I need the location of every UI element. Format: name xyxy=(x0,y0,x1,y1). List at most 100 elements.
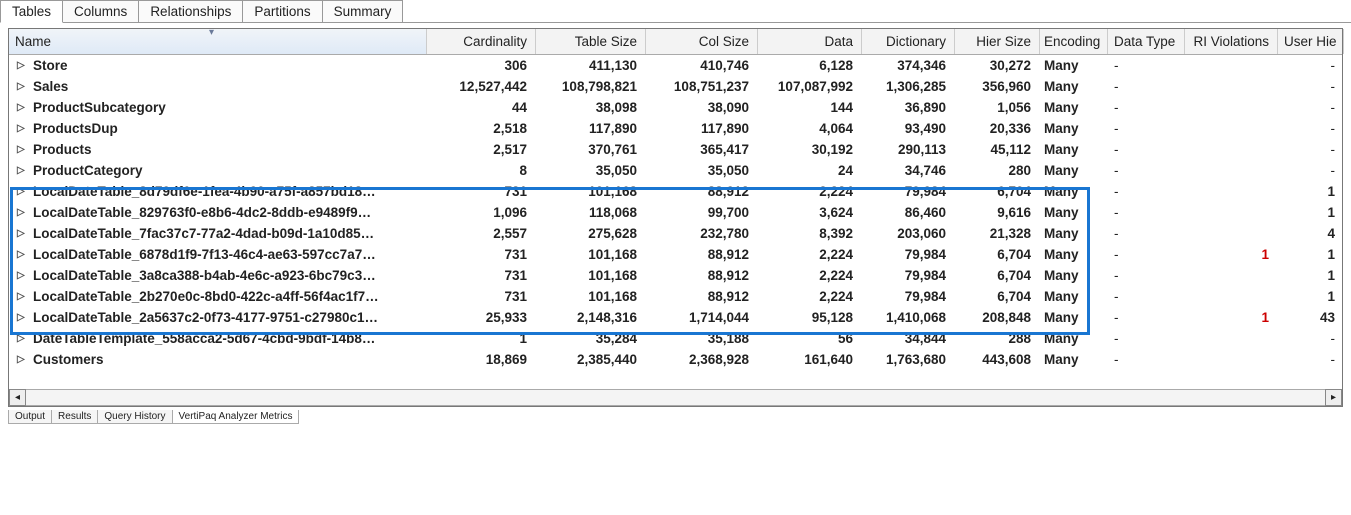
expand-icon[interactable]: ▷ xyxy=(17,81,27,92)
table-row[interactable]: ▷LocalDateTable_3a8ca388-b4ab-4e6c-a923-… xyxy=(9,265,1342,286)
cell-hier-size: 443,608 xyxy=(955,349,1040,370)
col-header-data-type[interactable]: Data Type xyxy=(1108,29,1185,54)
cell-ri-violations xyxy=(1185,202,1278,223)
cell-table-size: 275,628 xyxy=(536,223,646,244)
top-tab-partitions[interactable]: Partitions xyxy=(242,0,322,22)
cell-ri-violations xyxy=(1185,139,1278,160)
expand-icon[interactable]: ▷ xyxy=(17,123,27,134)
table-row[interactable]: ▷Store306411,130410,7466,128374,34630,27… xyxy=(9,55,1342,76)
cell-table-size: 35,050 xyxy=(536,160,646,181)
col-header-dictionary[interactable]: Dictionary xyxy=(862,29,955,54)
top-tab-columns[interactable]: Columns xyxy=(62,0,139,22)
table-row[interactable]: ▷ProductSubcategory4438,09838,09014436,8… xyxy=(9,97,1342,118)
cell-cardinality: 12,527,442 xyxy=(427,76,536,97)
table-row[interactable]: ▷LocalDateTable_829763f0-e8b6-4dc2-8ddb-… xyxy=(9,202,1342,223)
cell-ri-violations xyxy=(1185,76,1278,97)
table-row[interactable]: ▷DateTableTemplate_558acca2-5d67-4cbd-9b… xyxy=(9,328,1342,349)
col-header-cardinality[interactable]: Cardinality xyxy=(427,29,536,54)
expand-icon[interactable]: ▷ xyxy=(17,207,27,218)
expand-icon[interactable]: ▷ xyxy=(17,312,27,323)
cell-col-size: 365,417 xyxy=(646,139,758,160)
col-header-encoding[interactable]: Encoding xyxy=(1040,29,1108,54)
col-header-hier-size[interactable]: Hier Size xyxy=(955,29,1040,54)
expand-icon[interactable]: ▷ xyxy=(17,60,27,71)
cell-col-size: 88,912 xyxy=(646,244,758,265)
cell-ri-violations xyxy=(1185,118,1278,139)
cell-dictionary: 36,890 xyxy=(862,97,955,118)
table-row[interactable]: ▷ LocalDateTable_7fac37c7-77a2-4dad-b09d-… xyxy=(9,223,1342,244)
bottom-tab-vertipaq-analyzer-metrics[interactable]: VertiPaq Analyzer Metrics xyxy=(172,410,300,424)
cell-table-size: 101,168 xyxy=(536,265,646,286)
col-header-col-size[interactable]: Col Size xyxy=(646,29,758,54)
table-row[interactable]: ▷Customers18,8692,385,4402,368,928161,64… xyxy=(9,349,1342,370)
expand-icon[interactable]: ▷ xyxy=(17,144,27,155)
col-header-ri-violations[interactable]: RI Violations xyxy=(1185,29,1278,54)
data-grid: Name ▾ Cardinality Table Size Col Size D… xyxy=(8,28,1343,407)
cell-table-size: 2,385,440 xyxy=(536,349,646,370)
table-row[interactable]: ▷ProductsDup2,518117,890117,8904,06493,4… xyxy=(9,118,1342,139)
col-header-table-size[interactable]: Table Size xyxy=(536,29,646,54)
cell-hier-size: 280 xyxy=(955,160,1040,181)
expand-icon[interactable]: ▷ xyxy=(17,186,27,197)
cell-data-type: - xyxy=(1108,76,1185,97)
expand-icon[interactable]: ▷ xyxy=(17,249,27,260)
expand-icon[interactable]: ▷ xyxy=(17,354,27,365)
cell-cardinality: 731 xyxy=(427,286,536,307)
cell-data-type: - xyxy=(1108,349,1185,370)
row-name-label: ProductsDup xyxy=(33,121,118,136)
expand-icon[interactable]: ▷ xyxy=(17,333,27,344)
scroll-track[interactable] xyxy=(26,389,1325,406)
cell-encoding: Many xyxy=(1040,265,1108,286)
cell-data: 95,128 xyxy=(758,307,862,328)
cell-encoding: Many xyxy=(1040,55,1108,76)
scroll-left-arrow-icon[interactable]: ◂ xyxy=(9,389,26,406)
col-header-user-hier[interactable]: User Hie xyxy=(1278,29,1344,54)
table-row[interactable]: ▷ProductCategory835,05035,0502434,746280… xyxy=(9,160,1342,181)
bottom-tab-query-history[interactable]: Query History xyxy=(97,410,172,424)
cell-hier-size: 30,272 xyxy=(955,55,1040,76)
cell-name: ▷ProductSubcategory xyxy=(9,97,427,118)
table-row[interactable]: ▷Products2,517370,761365,41730,192290,11… xyxy=(9,139,1342,160)
cell-col-size: 99,700 xyxy=(646,202,758,223)
top-tab-relationships[interactable]: Relationships xyxy=(138,0,243,22)
cell-data-type: - xyxy=(1108,328,1185,349)
expand-icon[interactable]: ▷ xyxy=(17,102,27,113)
cell-cardinality: 306 xyxy=(427,55,536,76)
expand-icon[interactable]: ▷ xyxy=(17,291,27,302)
top-tab-summary[interactable]: Summary xyxy=(322,0,404,22)
cell-data: 24 xyxy=(758,160,862,181)
cell-table-size: 411,130 xyxy=(536,55,646,76)
row-name-label: LocalDateTable_7fac37c7-77a2-4dad-b09d-1… xyxy=(33,226,374,241)
cell-name: ▷ Store xyxy=(9,55,427,76)
bottom-tab-results[interactable]: Results xyxy=(51,410,98,424)
cell-name: ▷DateTableTemplate_558acca2-5d67-4cbd-9b… xyxy=(9,328,427,349)
expand-icon[interactable]: ▷ xyxy=(17,165,27,176)
cell-ri-violations xyxy=(1185,349,1278,370)
cell-data-type: - xyxy=(1108,244,1185,265)
table-row[interactable]: ▷Sales12,527,442108,798,821108,751,23710… xyxy=(9,76,1342,97)
horizontal-scrollbar[interactable]: ◂ ▸ xyxy=(9,388,1342,406)
cell-ri-violations xyxy=(1185,286,1278,307)
expand-icon[interactable]: ▷ xyxy=(17,270,27,281)
cell-ri-violations: 1 xyxy=(1185,307,1278,328)
cell-cardinality: 1,096 xyxy=(427,202,536,223)
cell-data: 2,224 xyxy=(758,286,862,307)
cell-name: ▷ LocalDateTable_7fac37c7-77a2-4dad-b09d-… xyxy=(9,223,427,244)
cell-user-hier: - xyxy=(1278,55,1344,76)
col-header-name[interactable]: Name ▾ xyxy=(9,29,427,54)
col-header-data[interactable]: Data xyxy=(758,29,862,54)
bottom-tab-output[interactable]: Output xyxy=(8,410,52,424)
cell-dictionary: 34,844 xyxy=(862,328,955,349)
cell-table-size: 38,098 xyxy=(536,97,646,118)
cell-name: ▷LocalDateTable_8d79df6e-1fea-4b90-a75f-… xyxy=(9,181,427,202)
table-row[interactable]: ▷LocalDateTable_6878d1f9-7f13-46c4-ae63-… xyxy=(9,244,1342,265)
row-name-label: Store xyxy=(33,58,68,73)
cell-name: ▷LocalDateTable_2a5637c2-0f73-4177-9751-… xyxy=(9,307,427,328)
scroll-right-arrow-icon[interactable]: ▸ xyxy=(1325,389,1342,406)
table-row[interactable]: ▷LocalDateTable_8d79df6e-1fea-4b90-a75f-… xyxy=(9,181,1342,202)
expand-icon[interactable]: ▷ xyxy=(17,228,27,239)
table-row[interactable]: ▷LocalDateTable_2a5637c2-0f73-4177-9751-… xyxy=(9,307,1342,328)
cell-dictionary: 203,060 xyxy=(862,223,955,244)
top-tab-tables[interactable]: Tables xyxy=(0,0,63,23)
table-row[interactable]: ▷LocalDateTable_2b270e0c-8bd0-422c-a4ff-… xyxy=(9,286,1342,307)
